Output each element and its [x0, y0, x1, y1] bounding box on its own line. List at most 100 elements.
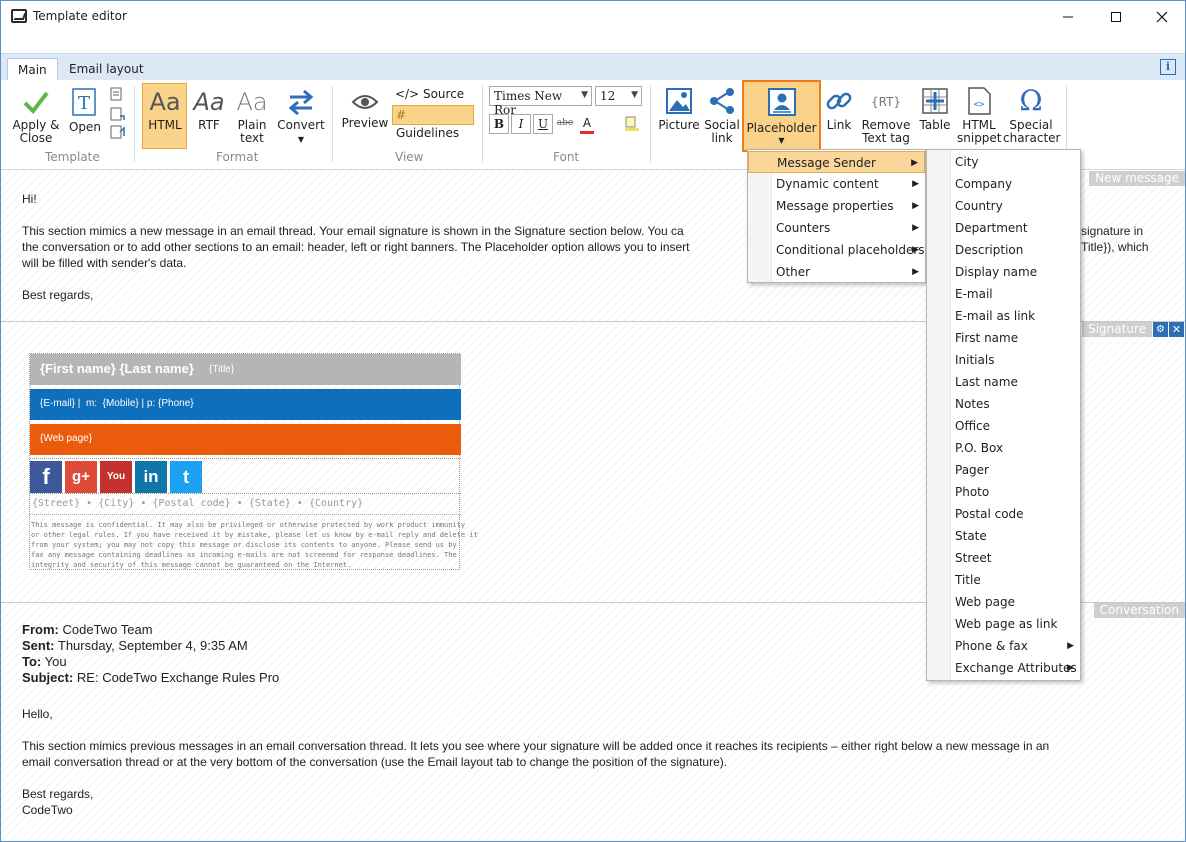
italic-button[interactable]: I [511, 114, 531, 134]
html-snippet-button[interactable]: <> HTML snippet [957, 86, 1002, 145]
highlight-color-icon[interactable] [623, 115, 641, 133]
submenu-item[interactable]: Display name [927, 261, 1080, 283]
source-button[interactable]: </> Source [395, 87, 464, 101]
chevron-right-icon: ▶ [912, 201, 919, 211]
bold-button[interactable]: B [489, 114, 509, 134]
underline-button[interactable]: U [533, 114, 553, 134]
placeholder-label: Placeholder [746, 121, 817, 135]
html-snippet-icon: <> [968, 87, 991, 115]
submenu-item-exchange-attributes[interactable]: Exchange Attributes ▶ [927, 657, 1080, 679]
info-icon[interactable]: i [1160, 59, 1176, 75]
html-format-button[interactable]: Aa HTML [143, 88, 187, 132]
plain-text-icon: Aa [236, 88, 268, 116]
linkedin-icon[interactable]: in [135, 461, 167, 493]
google-plus-icon[interactable]: g+ [65, 461, 97, 493]
submenu-item[interactable]: Notes [927, 393, 1080, 415]
svg-text:{RT}: {RT} [871, 95, 901, 109]
font-color-button[interactable]: A [580, 114, 594, 134]
convert-button[interactable]: Convert ▼ [277, 88, 325, 146]
chevron-right-icon: ▶ [1067, 641, 1074, 651]
twitter-icon[interactable]: t [170, 461, 202, 493]
section-tag-signature: Signature [1082, 322, 1152, 337]
convert-label: Convert [277, 118, 325, 132]
subject-value: RE: CodeTwo Exchange Rules Pro [76, 670, 280, 685]
tab-email-layout[interactable]: Email layout [59, 58, 154, 81]
submenu-item[interactable]: Country [927, 195, 1080, 217]
submenu-item[interactable]: City [927, 151, 1080, 173]
submenu-item[interactable]: State [927, 525, 1080, 547]
remove-text-tag-button[interactable]: {RT} Remove Text tag [859, 86, 913, 145]
font-size-select[interactable]: 12 ▼ [595, 86, 642, 106]
submenu-item[interactable]: Description [927, 239, 1080, 261]
submenu-item[interactable]: E-mail as link [927, 305, 1080, 327]
submenu-item[interactable]: Photo [927, 481, 1080, 503]
facebook-icon[interactable]: f [30, 461, 62, 493]
table-button[interactable]: Table [915, 86, 955, 132]
maximize-button[interactable] [1093, 1, 1139, 32]
link-button[interactable]: Link [823, 86, 855, 132]
html-format-icon: Aa [149, 88, 181, 116]
disclaimer-line: fax any message containing deadlines as … [31, 551, 457, 559]
close-button[interactable] [1139, 1, 1185, 32]
submenu-item[interactable]: Postal code [927, 503, 1080, 525]
special-character-button[interactable]: Ω Special character [1003, 86, 1060, 145]
tab-main[interactable]: Main [7, 58, 58, 81]
to-label: To: [22, 654, 42, 669]
menu-item-message-sender[interactable]: Message Sender ▶ [748, 151, 925, 173]
minimize-button[interactable] [1045, 1, 1091, 32]
close-icon[interactable]: ✕ [1169, 322, 1184, 337]
preview-button[interactable]: Preview [341, 90, 389, 130]
menu-item-message-properties[interactable]: Message properties ▶ [748, 195, 925, 217]
remove-tag-icon: {RT} [871, 95, 901, 109]
submenu-item[interactable]: Department [927, 217, 1080, 239]
html-label: HTML [148, 118, 182, 132]
new-message-line1-end: signature in [1081, 224, 1144, 238]
placeholder-button[interactable]: Placeholder ▼ [742, 80, 821, 152]
open-button[interactable]: T Open [67, 86, 103, 134]
menu-item-dynamic-content[interactable]: Dynamic content ▶ [748, 173, 925, 195]
youtube-icon[interactable]: You [100, 461, 132, 493]
gear-icon[interactable]: ⚙ [1153, 322, 1168, 337]
menu-item-conditional-placeholders[interactable]: Conditional placeholders ▶ [748, 239, 925, 261]
submenu-item[interactable]: Web page as link [927, 613, 1080, 635]
template-small-icons [110, 87, 125, 139]
from-line: From: CodeTwo Team [22, 622, 279, 638]
signature-address: {Street} • {City} • {Postal code} • {Sta… [32, 498, 364, 509]
eye-icon [351, 95, 379, 109]
submenu-item[interactable]: P.O. Box [927, 437, 1080, 459]
link-label: Link [826, 118, 852, 132]
rtf-format-button[interactable]: Aa RTF [189, 88, 229, 132]
menu-item-label: Dynamic content [776, 177, 879, 191]
submenu-item-phone-fax[interactable]: Phone & fax ▶ [927, 635, 1080, 657]
submenu-item[interactable]: E-mail [927, 283, 1080, 305]
guidelines-toggle[interactable]: # Guidelines [392, 105, 474, 140]
rtf-format-icon: Aa [193, 88, 225, 116]
apply-close-button[interactable]: Apply & Close [9, 88, 63, 145]
convert-arrows-icon [288, 89, 314, 116]
special-label-1: Special [1009, 118, 1053, 132]
menu-item-counters[interactable]: Counters ▶ [748, 217, 925, 239]
to-value: You [44, 654, 67, 669]
ribbon-separator [134, 86, 135, 162]
submenu-item[interactable]: Company [927, 173, 1080, 195]
menu-item-other[interactable]: Other ▶ [748, 261, 925, 283]
submenu-item[interactable]: Initials [927, 349, 1080, 371]
social-label-1: Social [704, 118, 740, 132]
submenu-item[interactable]: Title [927, 569, 1080, 591]
social-link-button[interactable]: Social link [702, 86, 742, 145]
signature-social-row: f g+ You in t [30, 458, 461, 494]
placeholder-icon [768, 88, 796, 116]
picture-button[interactable]: Picture [657, 86, 701, 132]
font-family-select[interactable]: Times New Ror ▼ [489, 86, 592, 117]
signature-disclaimer: This message is confidential. It may als… [31, 520, 478, 570]
submenu-item[interactable]: Pager [927, 459, 1080, 481]
submenu-item[interactable]: Street [927, 547, 1080, 569]
submenu-item[interactable]: Last name [927, 371, 1080, 393]
submenu-item[interactable]: Web page [927, 591, 1080, 613]
strikethrough-button[interactable]: abe [555, 114, 575, 134]
maximize-icon [1111, 11, 1121, 22]
plain-text-format-button[interactable]: Aa Plain text [232, 88, 272, 145]
sent-label: Sent: [22, 638, 55, 653]
submenu-item[interactable]: Office [927, 415, 1080, 437]
submenu-item[interactable]: First name [927, 327, 1080, 349]
